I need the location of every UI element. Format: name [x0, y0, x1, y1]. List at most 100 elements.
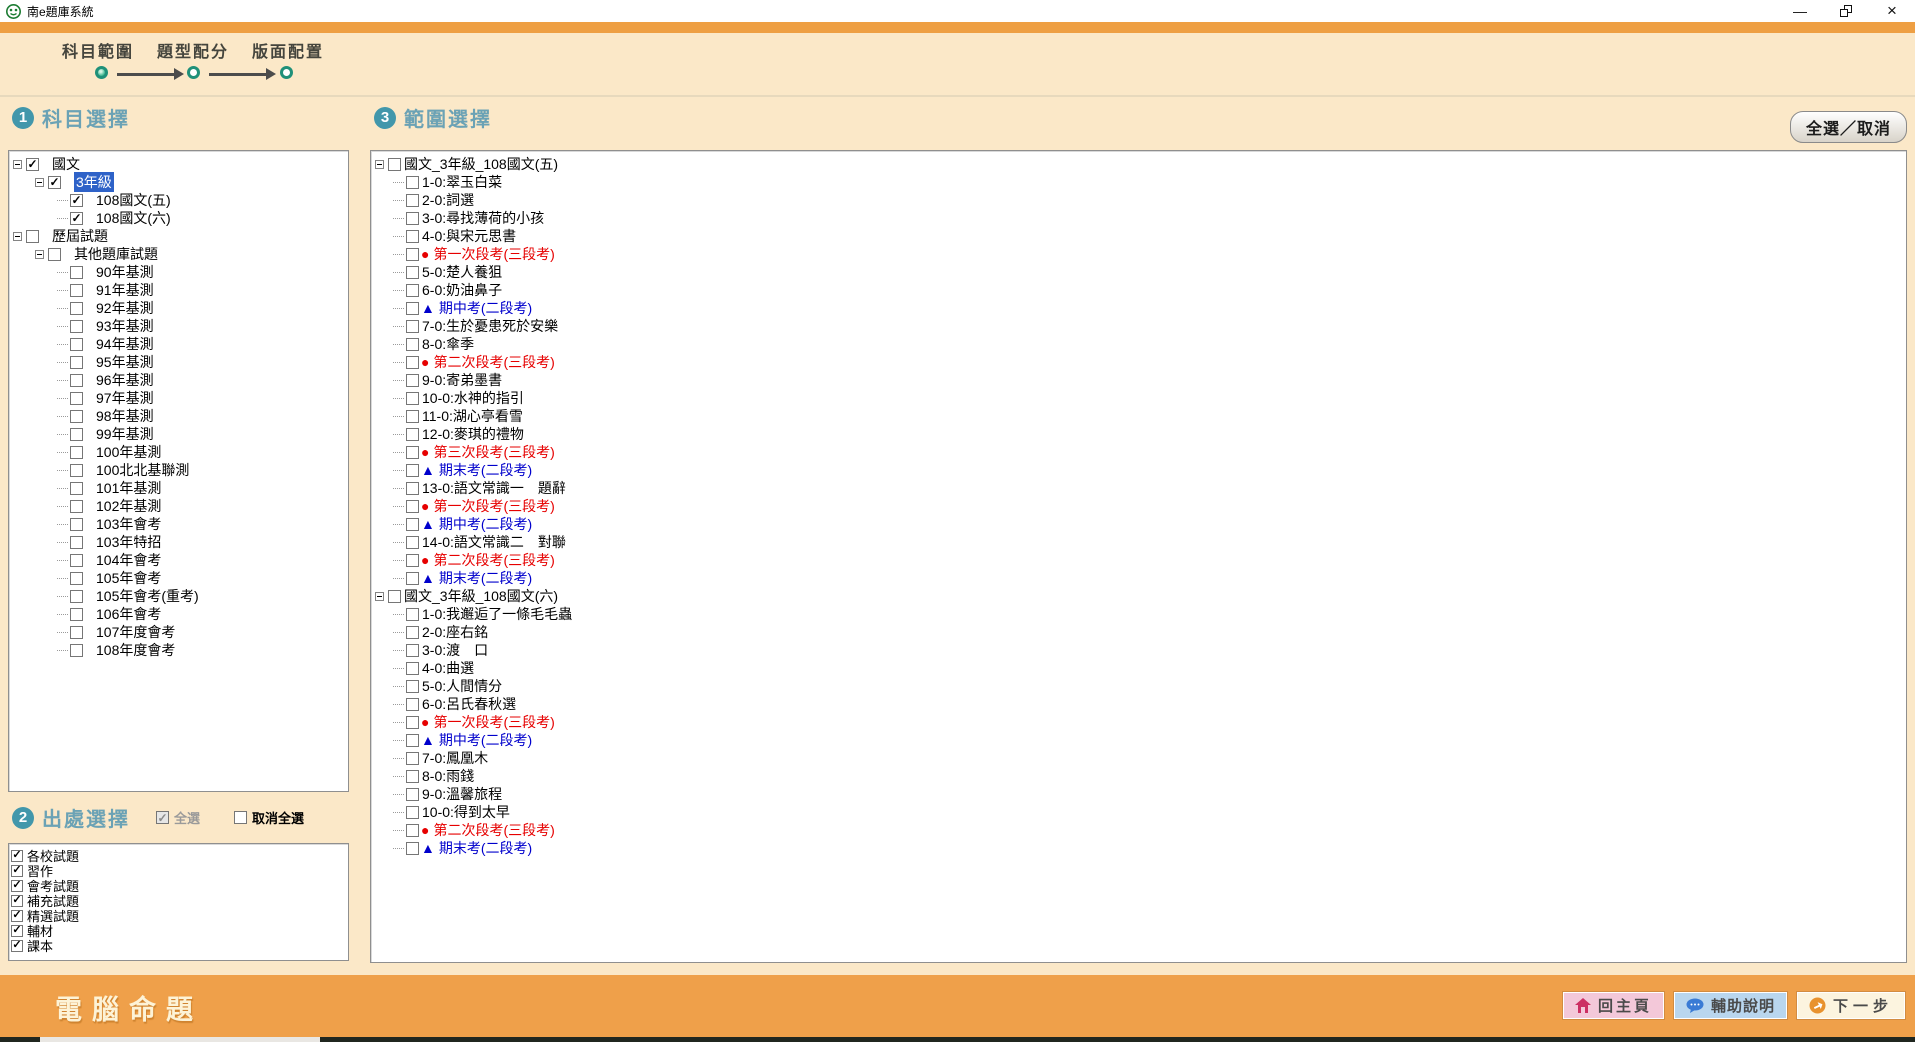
tree-checkbox[interactable] [70, 482, 83, 495]
tree-item[interactable]: 歷屆試題 [9, 227, 348, 245]
tree-item[interactable]: 4-0:與宋元思書 [371, 227, 1906, 245]
tree-item[interactable]: 6-0:奶油鼻子 [371, 281, 1906, 299]
tree-item[interactable]: ▲期末考(二段考) [371, 461, 1906, 479]
tree-item[interactable]: 10-0:水神的指引 [371, 389, 1906, 407]
tree-item-label[interactable]: 第三次段考(三段考) [433, 442, 554, 462]
tree-item-label[interactable]: 97年基測 [96, 388, 154, 408]
tree-item[interactable]: 11-0:湖心亭看雪 [371, 407, 1906, 425]
tree-item[interactable]: 100年基測 [9, 443, 348, 461]
tree-item[interactable]: 1-0:我邂逅了一條毛毛蟲 [371, 605, 1906, 623]
tree-item-label[interactable]: 12-0:麥琪的禮物 [422, 424, 524, 444]
tree-item[interactable]: 12-0:麥琪的禮物 [371, 425, 1906, 443]
tree-item-label[interactable]: 5-0:楚人養狙 [422, 262, 502, 282]
tree-checkbox[interactable] [70, 338, 83, 351]
tree-item[interactable]: 5-0:人間情分 [371, 677, 1906, 695]
tree-item[interactable]: 103年特招 [9, 533, 348, 551]
tree-item-label[interactable]: 第一次段考(三段考) [433, 244, 554, 264]
tree-item-label[interactable]: 期末考(二段考) [439, 460, 532, 480]
source-list[interactable]: ✓各校試題✓習作✓會考試題✓補充試題✓精選試題✓輔材✓課本 [8, 843, 349, 961]
step-circle-3[interactable] [280, 66, 293, 79]
tree-collapse-icon[interactable] [375, 592, 384, 601]
tree-item-label[interactable]: 99年基測 [96, 424, 154, 444]
tree-checkbox[interactable] [406, 482, 419, 495]
tree-checkbox[interactable] [70, 536, 83, 549]
tree-item[interactable]: 13-0:語文常識一 題辭 [371, 479, 1906, 497]
tree-item[interactable]: 2-0:座右銘 [371, 623, 1906, 641]
source-list-item[interactable]: ✓課本 [11, 938, 346, 953]
tree-checkbox[interactable] [406, 788, 419, 801]
tree-checkbox[interactable] [406, 752, 419, 765]
tree-checkbox[interactable] [70, 302, 83, 315]
help-button[interactable]: 輔助說明 [1674, 992, 1787, 1019]
tree-checkbox[interactable] [388, 590, 401, 603]
tree-checkbox[interactable] [406, 518, 419, 531]
tree-checkbox[interactable] [70, 464, 83, 477]
tree-item[interactable]: ▲期末考(二段考) [371, 839, 1906, 857]
step-circle-2[interactable] [187, 66, 200, 79]
tree-item-label[interactable]: 7-0:鳳凰木 [422, 748, 488, 768]
tree-item[interactable]: 103年會考 [9, 515, 348, 533]
tree-checkbox[interactable] [70, 500, 83, 513]
tree-checkbox[interactable] [26, 230, 39, 243]
tree-item[interactable]: ▲期末考(二段考) [371, 569, 1906, 587]
source-checkbox[interactable]: ✓ [11, 925, 23, 937]
tree-item[interactable]: 98年基測 [9, 407, 348, 425]
tree-checkbox[interactable] [406, 410, 419, 423]
tree-item-label[interactable]: 6-0:呂氏春秋選 [422, 694, 516, 714]
tree-checkbox[interactable] [406, 824, 419, 837]
tree-checkbox[interactable]: ✓ [26, 158, 39, 171]
tree-checkbox[interactable] [406, 230, 419, 243]
tree-item-label[interactable]: 10-0:水神的指引 [422, 388, 524, 408]
tree-checkbox[interactable]: ✓ [70, 212, 83, 225]
tree-checkbox[interactable] [406, 644, 419, 657]
tree-item[interactable]: 9-0:寄弟墨書 [371, 371, 1906, 389]
tree-item-label[interactable]: 11-0:湖心亭看雪 [422, 406, 523, 426]
tree-item[interactable]: 93年基測 [9, 317, 348, 335]
tree-checkbox[interactable] [406, 770, 419, 783]
source-checkbox[interactable]: ✓ [11, 865, 23, 877]
select-all-option[interactable]: ✓ 全選 [156, 808, 200, 827]
tree-item-label[interactable]: 9-0:溫馨旅程 [422, 784, 502, 804]
tree-checkbox[interactable] [406, 266, 419, 279]
tree-item-label[interactable]: 1-0:我邂逅了一條毛毛蟲 [422, 604, 572, 624]
tree-item-label[interactable]: 1-0:翠玉白菜 [422, 172, 502, 192]
tree-checkbox[interactable]: ✓ [70, 194, 83, 207]
tree-item[interactable]: 108年度會考 [9, 641, 348, 659]
tree-item-label[interactable]: 107年度會考 [96, 622, 175, 642]
tree-item-label[interactable]: 14-0:語文常識二 對聯 [422, 532, 566, 552]
tree-item-label[interactable]: 108國文(五) [96, 190, 171, 210]
tree-collapse-icon[interactable] [35, 178, 44, 187]
tree-item-label[interactable]: 第一次段考(三段考) [433, 712, 554, 732]
source-checkbox[interactable]: ✓ [11, 850, 23, 862]
tree-item-label[interactable]: 3-0:尋找薄荷的小孩 [422, 208, 544, 228]
tree-checkbox[interactable] [70, 266, 83, 279]
tree-item-label[interactable]: 91年基測 [96, 280, 154, 300]
tree-item-label[interactable]: 90年基測 [96, 262, 154, 282]
tree-checkbox[interactable] [406, 428, 419, 441]
tree-item[interactable]: 其他題庫試題 [9, 245, 348, 263]
tree-item[interactable]: ●第三次段考(三段考) [371, 443, 1906, 461]
tree-item[interactable]: 7-0:生於憂患死於安樂 [371, 317, 1906, 335]
source-list-item[interactable]: ✓輔材 [11, 923, 346, 938]
tree-checkbox[interactable] [406, 284, 419, 297]
tree-checkbox[interactable] [406, 320, 419, 333]
tree-checkbox[interactable] [70, 410, 83, 423]
tree-checkbox[interactable] [406, 464, 419, 477]
tree-item-label[interactable]: 期中考(二段考) [439, 298, 532, 318]
tree-checkbox[interactable] [406, 572, 419, 585]
tree-checkbox[interactable] [70, 626, 83, 639]
tree-item-label[interactable]: 4-0:與宋元思書 [422, 226, 516, 246]
tree-item-label[interactable]: 102年基測 [96, 496, 161, 516]
minimize-button[interactable]: — [1777, 0, 1823, 22]
tree-item[interactable]: 91年基測 [9, 281, 348, 299]
tree-item-label[interactable]: 8-0:雨錢 [422, 766, 474, 786]
tree-checkbox[interactable] [406, 176, 419, 189]
tree-checkbox[interactable] [70, 590, 83, 603]
tree-item[interactable]: 90年基測 [9, 263, 348, 281]
tree-item-label[interactable]: 期中考(二段考) [439, 730, 532, 750]
source-checkbox[interactable]: ✓ [11, 940, 23, 952]
tree-item[interactable]: 106年會考 [9, 605, 348, 623]
tree-item[interactable]: ✓國文 [9, 155, 348, 173]
step-circle-1[interactable] [95, 66, 108, 79]
tree-checkbox[interactable]: ✓ [48, 176, 61, 189]
